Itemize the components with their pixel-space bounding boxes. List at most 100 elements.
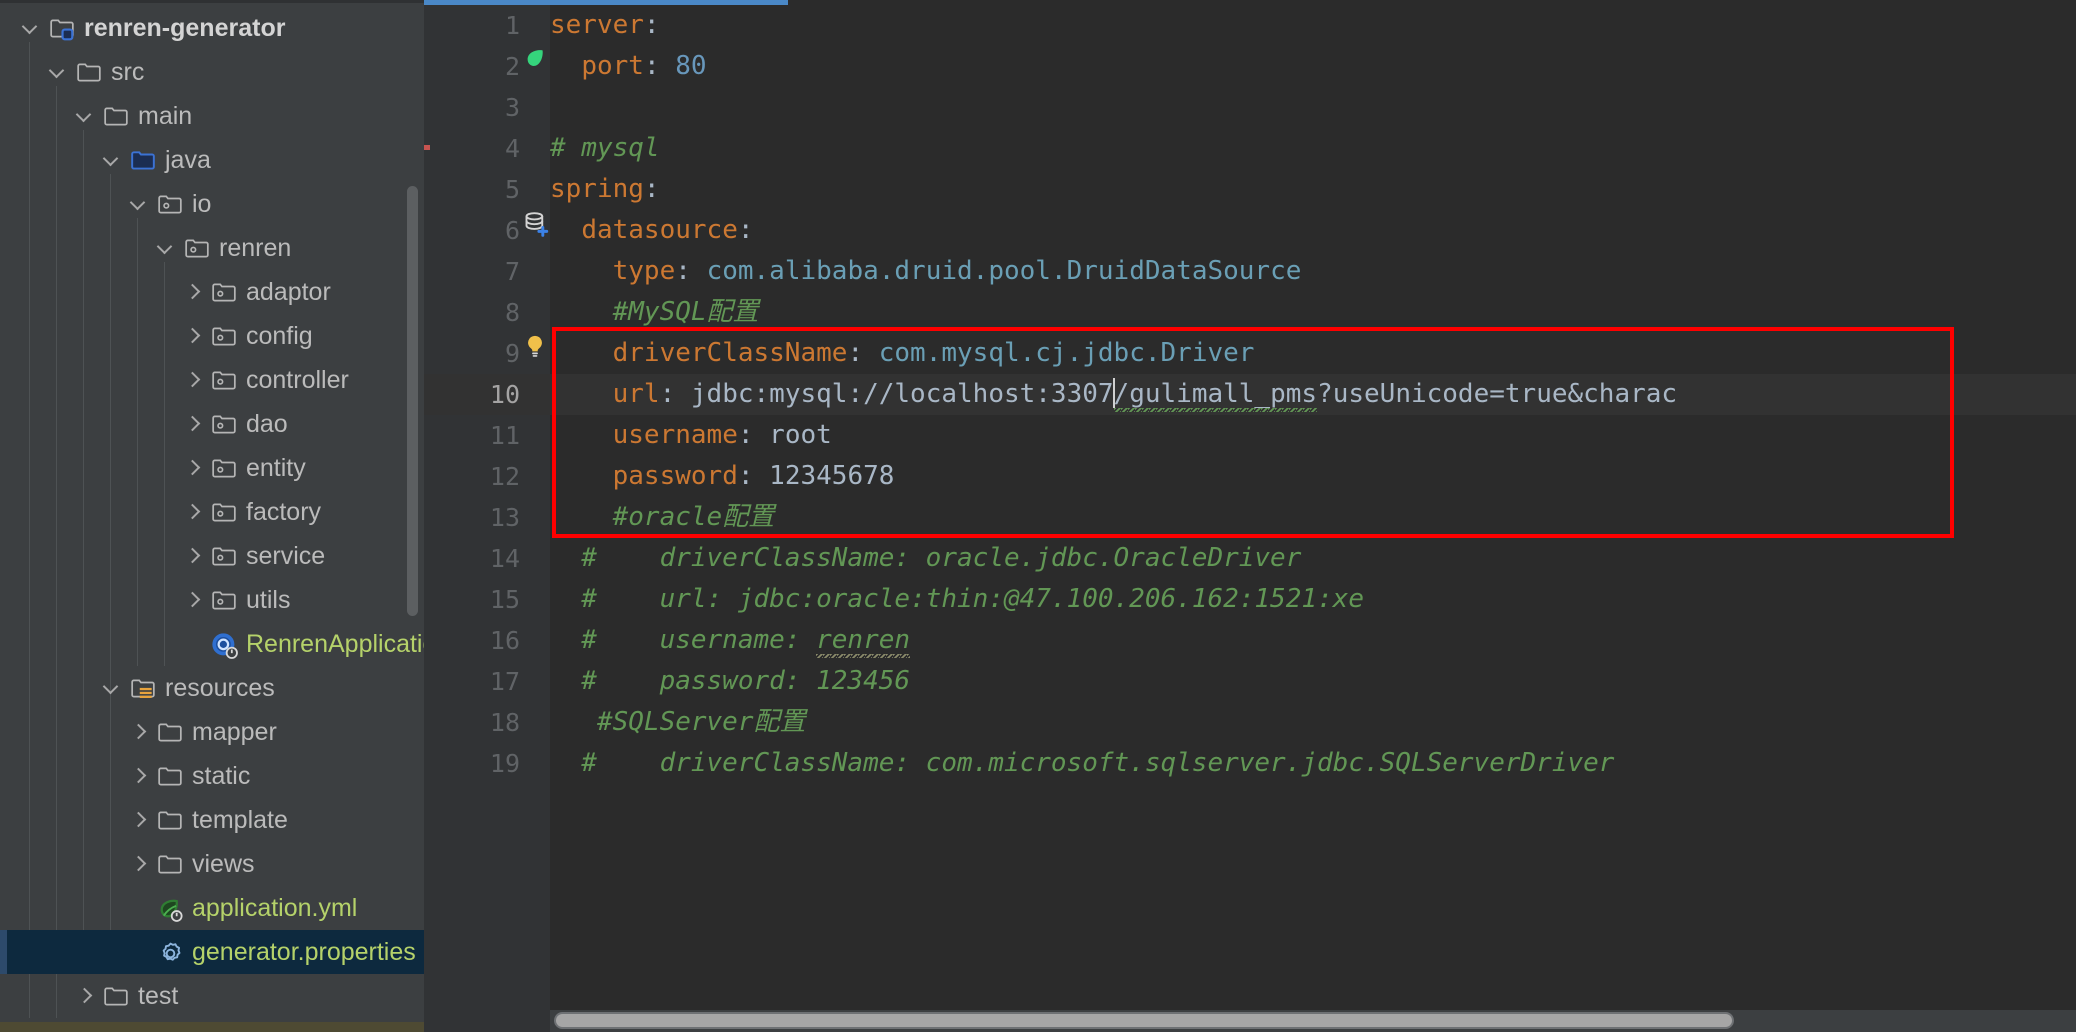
tree-item[interactable]: static bbox=[0, 754, 424, 798]
code-token: 12345678 bbox=[769, 461, 895, 491]
datasource-gutter-icon[interactable] bbox=[522, 210, 550, 251]
tree-item[interactable]: factory bbox=[0, 490, 424, 534]
tree-twisty-icon[interactable] bbox=[178, 490, 208, 534]
package-icon bbox=[208, 534, 242, 578]
tree-item-label: controller bbox=[246, 365, 349, 394]
tree-item[interactable]: io bbox=[0, 182, 424, 226]
code-line[interactable]: 8 #MySQL配置 bbox=[424, 292, 2076, 333]
tree-twisty-icon[interactable] bbox=[178, 314, 208, 358]
code-line[interactable]: 1 server: bbox=[424, 5, 2076, 46]
tree-twisty-icon[interactable] bbox=[178, 578, 208, 622]
tree-twisty-icon[interactable] bbox=[124, 182, 154, 226]
code-line[interactable]: 5 spring: bbox=[424, 169, 2076, 210]
tree-item[interactable]: java bbox=[0, 138, 424, 182]
code-line-text: type: com.alibaba.druid.pool.DruidDataSo… bbox=[550, 251, 1302, 292]
tree-twisty-icon[interactable] bbox=[70, 94, 100, 138]
tree-item[interactable]: utils bbox=[0, 578, 424, 622]
code-token: username bbox=[612, 420, 738, 450]
tree-twisty-icon[interactable] bbox=[178, 270, 208, 314]
horizontal-scrollbar-track[interactable] bbox=[550, 1010, 2076, 1032]
code-line[interactable]: 4 # mysql bbox=[424, 128, 2076, 169]
tree-twisty-icon[interactable] bbox=[97, 138, 127, 182]
tree-item[interactable]: config bbox=[0, 314, 424, 358]
code-line[interactable]: 3 bbox=[424, 87, 2076, 128]
tree-item[interactable]: service bbox=[0, 534, 424, 578]
tree-twisty-icon[interactable] bbox=[70, 974, 100, 1018]
tree-item[interactable]: generator.properties bbox=[0, 930, 424, 974]
tree-twisty-icon[interactable] bbox=[178, 358, 208, 402]
tree-item-label: resources bbox=[165, 673, 275, 702]
tree-twisty-icon[interactable] bbox=[43, 50, 73, 94]
code-line[interactable]: 12 password: 12345678 bbox=[424, 456, 2076, 497]
tree-item[interactable]: RenrenApplication bbox=[0, 622, 424, 666]
line-number: 5 bbox=[504, 175, 520, 204]
package-icon bbox=[181, 226, 215, 270]
tree-twisty-icon[interactable] bbox=[124, 710, 154, 754]
tree-item[interactable]: controller bbox=[0, 358, 424, 402]
code-line[interactable]: 6 datasource: bbox=[424, 210, 2076, 251]
code-line[interactable]: 10 url: jdbc:mysql://localhost:3307/guli… bbox=[424, 374, 2076, 415]
tree-twisty-icon[interactable] bbox=[178, 446, 208, 490]
tree-item[interactable]: views bbox=[0, 842, 424, 886]
code-line[interactable]: 16 # username: renren bbox=[424, 620, 2076, 661]
intention-bulb-icon[interactable] bbox=[522, 333, 550, 374]
tree-item[interactable]: test bbox=[0, 974, 424, 1018]
tree-item-label: generator.properties bbox=[192, 937, 416, 966]
tree-item[interactable]: src bbox=[0, 50, 424, 94]
line-number: 12 bbox=[489, 462, 520, 491]
tree-twisty-icon[interactable] bbox=[124, 842, 154, 886]
tree-item[interactable]: adaptor bbox=[0, 270, 424, 314]
tree-twisty-icon[interactable] bbox=[16, 6, 46, 50]
code-token: # url: jdbc:oracle:thin:@47.100.206.162:… bbox=[550, 584, 1364, 614]
code-line[interactable]: 7 type: com.alibaba.druid.pool.DruidData… bbox=[424, 251, 2076, 292]
spring-leaf-gutter-icon[interactable] bbox=[522, 46, 550, 87]
project-tree[interactable]: renren-generator src main java io renren adapt… bbox=[0, 0, 424, 1018]
tree-twisty-icon[interactable] bbox=[124, 798, 154, 842]
tree-item-label: adaptor bbox=[246, 277, 331, 306]
properties-gear-icon bbox=[154, 930, 188, 974]
code-line[interactable]: 15 # url: jdbc:oracle:thin:@47.100.206.1… bbox=[424, 579, 2076, 620]
tree-item[interactable]: renren-generator bbox=[0, 6, 424, 50]
code-line[interactable]: 11 username: root bbox=[424, 415, 2076, 456]
code-token: type bbox=[612, 256, 676, 286]
horizontal-scrollbar-thumb[interactable] bbox=[554, 1012, 1734, 1029]
tree-twisty-icon[interactable] bbox=[97, 666, 127, 710]
tree-vertical-scrollbar[interactable] bbox=[407, 186, 418, 616]
code-line[interactable]: 18 #SQLServer配置 bbox=[424, 702, 2076, 743]
tree-item[interactable]: renren bbox=[0, 226, 424, 270]
line-number: 8 bbox=[504, 298, 520, 327]
tree-twisty-icon[interactable] bbox=[124, 930, 154, 974]
code-line[interactable]: 13 #oracle配置 bbox=[424, 497, 2076, 538]
tree-item[interactable]: mapper bbox=[0, 710, 424, 754]
tree-item[interactable]: template bbox=[0, 798, 424, 842]
tree-twisty-icon[interactable] bbox=[124, 886, 154, 930]
tree-item[interactable]: main bbox=[0, 94, 424, 138]
code-line-text: # password: 123456 bbox=[550, 661, 910, 702]
code-token: : bbox=[643, 51, 676, 81]
tree-item[interactable]: entity bbox=[0, 446, 424, 490]
tree-twisty-icon[interactable] bbox=[124, 754, 154, 798]
code-line[interactable]: 14 # driverClassName: oracle.jdbc.Oracle… bbox=[424, 538, 2076, 579]
code-line[interactable]: 2 port: 80 bbox=[424, 46, 2076, 87]
tree-twisty-icon[interactable] bbox=[151, 226, 181, 270]
tree-item[interactable]: resources bbox=[0, 666, 424, 710]
tree-item[interactable]: application.yml bbox=[0, 886, 424, 930]
code-editor[interactable]: 1 server: 2 port: 80 3 4 # mysql 5 spring: 6 dat… bbox=[424, 0, 2076, 1032]
project-tool-window[interactable]: renren-generator src main java io renren adapt… bbox=[0, 0, 424, 1032]
tree-twisty-icon[interactable] bbox=[178, 402, 208, 446]
code-token: server bbox=[550, 10, 644, 40]
tree-twisty-icon[interactable] bbox=[178, 622, 208, 666]
change-marker bbox=[424, 145, 430, 150]
code-token: #MySQL配置 bbox=[612, 297, 759, 327]
code-lines[interactable]: 1 server: 2 port: 80 3 4 # mysql 5 spring: 6 dat… bbox=[424, 5, 2076, 1032]
code-line-text: driverClassName: com.mysql.cj.jdbc.Drive… bbox=[550, 333, 1255, 374]
code-line[interactable]: 17 # password: 123456 bbox=[424, 661, 2076, 702]
tree-item[interactable]: dao bbox=[0, 402, 424, 446]
code-line[interactable]: 9 driverClassName: com.mysql.cj.jdbc.Dri… bbox=[424, 333, 2076, 374]
tree-twisty-icon[interactable] bbox=[178, 534, 208, 578]
code-line[interactable]: 19 # driverClassName: com.microsoft.sqls… bbox=[424, 743, 2076, 784]
